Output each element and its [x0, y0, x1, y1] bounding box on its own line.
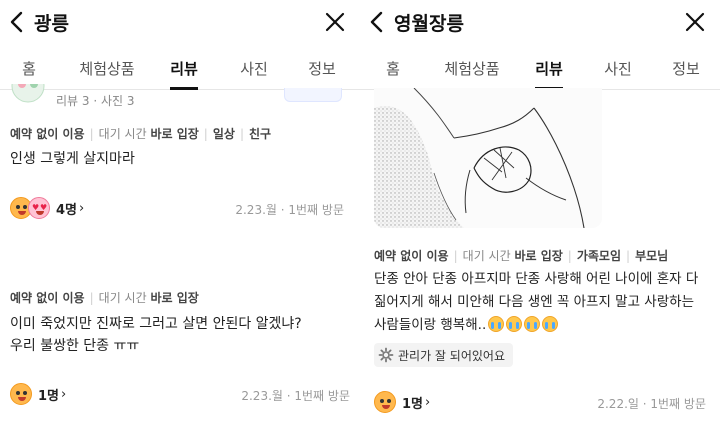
- tab-info[interactable]: 정보: [308, 58, 336, 79]
- tag-prefix: 대기 시간: [98, 291, 151, 305]
- review-photo[interactable]: [374, 88, 602, 228]
- tab-experience[interactable]: 체험상품: [79, 58, 134, 79]
- review-text: 인생 그렇게 살지마라: [10, 151, 135, 167]
- tab-info[interactable]: 정보: [672, 58, 700, 79]
- crying-face-icon: [542, 316, 559, 332]
- review-tags: 예약 없이 이용 | 대기 시간 바로 입장: [10, 291, 199, 305]
- tag-prefix: 대기 시간: [98, 127, 151, 141]
- visit-info: 2.22.일 · 1번째 방문: [597, 397, 706, 411]
- review-tags: 예약 없이 이용 | 대기 시간 바로 입장 | 가족모임 | 부모님: [374, 249, 669, 263]
- tag: 일상: [212, 127, 235, 141]
- header: 광릉: [0, 0, 360, 44]
- left-panel: 광릉 홈 체험상품 리뷰 사진 정보 리뷰 3 · 사진 3 예약 없이 이용 |…: [0, 0, 360, 436]
- crying-face-icon: [524, 316, 541, 332]
- reaction-button[interactable]: 1명 ›: [10, 382, 66, 406]
- tab-photos[interactable]: 사진: [604, 58, 632, 79]
- emoji-face-icon: [10, 383, 32, 405]
- close-icon[interactable]: [684, 11, 706, 33]
- header: 영월장릉: [360, 0, 720, 44]
- visit-info: 2.23.월 · 1번째 방문: [235, 203, 344, 217]
- chevron-right-icon: ›: [61, 386, 67, 402]
- tag: 예약 없이 이용: [374, 249, 449, 263]
- tab-bar: 홈 체험상품 리뷰 사진 정보: [360, 52, 720, 90]
- active-tab-indicator: [170, 87, 198, 90]
- review-text-line: 이미 죽었지만 진짜로 그러고 살면 안된다 알겠냐?: [10, 316, 302, 332]
- tag: 친구: [248, 127, 272, 141]
- review-text-line: 단종 안아 단종 아프지마 단종 사랑해 어린 나이에 혼자 다: [374, 271, 699, 287]
- tab-bar: 홈 체험상품 리뷰 사진 정보: [0, 52, 360, 90]
- gear-icon: [378, 347, 394, 363]
- tag: 부모님: [635, 249, 669, 263]
- tab-reviews[interactable]: 리뷰: [170, 58, 198, 79]
- crying-face-icon: [506, 316, 523, 332]
- reviewer-meta: 리뷰 3 · 사진 3: [56, 94, 135, 108]
- tab-home[interactable]: 홈: [386, 58, 400, 79]
- avatar[interactable]: [8, 84, 48, 108]
- review-text-last-line: 사람들이랑 행복해..: [374, 314, 559, 336]
- reaction-button[interactable]: ♥ ♥ 4명 ›: [10, 196, 84, 220]
- keyword-chip[interactable]: 관리가 잘 되어있어요: [374, 343, 513, 367]
- tab-experience[interactable]: 체험상품: [444, 58, 499, 79]
- keyword-chip-label: 관리가 잘 되어있어요: [398, 348, 505, 363]
- tab-photos[interactable]: 사진: [240, 58, 268, 79]
- review-text-line: 우리 불쌍한 단종 ㅠㅠ: [10, 338, 140, 354]
- visit-info: 2.23.월 · 1번째 방문: [241, 389, 350, 403]
- review-tags: 예약 없이 이용 | 대기 시간 바로 입장 | 일상 | 친구: [10, 127, 272, 141]
- sketch-illustration: [374, 88, 602, 228]
- tag: 바로 입장: [150, 291, 199, 305]
- tag: 예약 없이 이용: [10, 291, 85, 305]
- tag: 예약 없이 이용: [10, 127, 85, 141]
- follow-button[interactable]: [284, 88, 342, 102]
- crying-face-icon: [488, 316, 505, 332]
- chevron-left-icon[interactable]: [366, 10, 388, 34]
- tag: 바로 입장: [150, 127, 199, 141]
- page-title: 영월장릉: [394, 13, 464, 35]
- page-title: 광릉: [34, 13, 69, 35]
- tag-prefix: 대기 시간: [462, 249, 515, 263]
- reaction-count: 4명: [56, 202, 78, 218]
- review-text-line: 사람들이랑 행복해..: [374, 317, 487, 333]
- emoji-heart-eyes-icon: ♥ ♥: [28, 197, 50, 219]
- chevron-left-icon[interactable]: [6, 10, 28, 34]
- chevron-right-icon: ›: [79, 200, 85, 216]
- tab-reviews[interactable]: 리뷰: [535, 58, 563, 79]
- tag: 가족모임: [576, 249, 622, 263]
- reaction-count: 1명: [402, 396, 424, 412]
- tag: 바로 입장: [514, 249, 563, 263]
- chevron-right-icon: ›: [425, 394, 431, 410]
- emoji-face-icon: [374, 391, 396, 413]
- reaction-count: 1명: [38, 388, 60, 404]
- tab-home[interactable]: 홈: [22, 58, 36, 79]
- reaction-button[interactable]: 1명 ›: [374, 390, 430, 414]
- close-icon[interactable]: [324, 11, 346, 33]
- review-text-line: 짊어지게 해서 미안해 다음 생엔 꼭 아프지 말고 사랑하는: [374, 294, 694, 310]
